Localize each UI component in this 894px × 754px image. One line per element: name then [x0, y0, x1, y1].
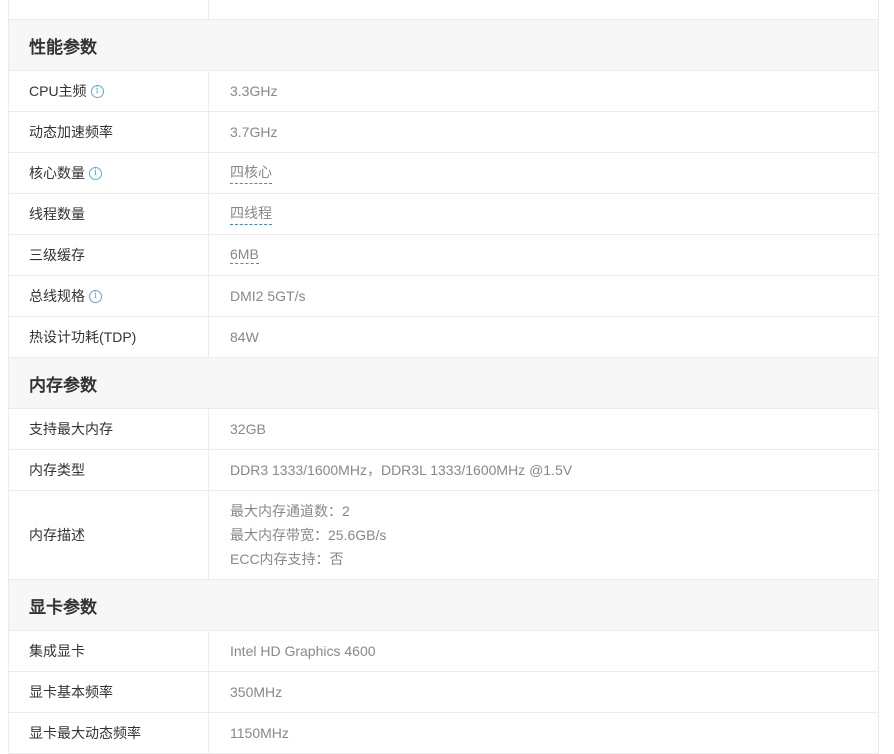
spec-value: DMI2 5GT/s: [230, 288, 306, 304]
spec-value-cell: 3.7GHz: [209, 112, 878, 152]
spec-key: 内存描述: [29, 527, 85, 543]
table-row: 线程数量 四线程: [9, 194, 878, 235]
spec-key-cell: 核心数量 i: [9, 153, 209, 193]
spec-value-line: 最大内存带宽：25.6GB/s: [230, 527, 387, 543]
table-row: 动态加速频率 3.7GHz: [9, 112, 878, 153]
spec-key: 三级缓存: [29, 247, 85, 263]
spec-value-link[interactable]: 四核心: [230, 162, 272, 184]
spec-value-cell: 350MHz: [209, 672, 878, 712]
spec-key: 总线规格: [29, 288, 85, 304]
spec-value-link[interactable]: 四线程: [230, 203, 272, 225]
spec-key: 显卡最大动态频率: [29, 725, 141, 741]
spec-value: 3.3GHz: [230, 83, 278, 99]
spec-value: 3.7GHz: [230, 124, 278, 140]
table-row: 显卡基本频率 350MHz: [9, 672, 878, 713]
spec-table: 性能参数 CPU主频 i 3.3GHz 动态加速频率 3.7GHz 核心数量 i…: [8, 0, 879, 754]
section-header-performance: 性能参数: [9, 20, 878, 71]
spec-key: 核心数量: [29, 165, 85, 181]
spec-key-cell: [9, 0, 209, 19]
spec-key-cell: 集成显卡: [9, 631, 209, 671]
table-row: 支持最大内存 32GB: [9, 409, 878, 450]
table-row: 集成显卡 Intel HD Graphics 4600: [9, 631, 878, 672]
spec-key-cell: 显卡基本频率: [9, 672, 209, 712]
spec-value-link[interactable]: 6MB: [230, 246, 259, 264]
spec-value-cell: DMI2 5GT/s: [209, 276, 878, 316]
spec-key-cell: 热设计功耗(TDP): [9, 317, 209, 357]
spec-key-cell: 内存类型: [9, 450, 209, 490]
spec-value-cell: 3.3GHz: [209, 71, 878, 111]
spec-key: 热设计功耗(TDP): [29, 329, 137, 345]
spec-key-cell: 线程数量: [9, 194, 209, 234]
spec-value-cell: Intel HD Graphics 4600: [209, 631, 878, 671]
table-row: [9, 0, 878, 20]
spec-value-cell: 四线程: [209, 194, 878, 234]
spec-key: 显卡基本频率: [29, 684, 113, 700]
spec-value: 350MHz: [230, 684, 283, 700]
spec-key: 内存类型: [29, 462, 85, 478]
spec-value-cell: 6MB: [209, 235, 878, 275]
spec-key-cell: 显卡最大动态频率: [9, 713, 209, 753]
spec-value: Intel HD Graphics 4600: [230, 643, 376, 659]
section-header-graphics: 显卡参数: [9, 580, 878, 631]
table-row: 核心数量 i 四核心: [9, 153, 878, 194]
table-row: 内存类型 DDR3 1333/1600MHz，DDR3L 1333/1600MH…: [9, 450, 878, 491]
table-row: 热设计功耗(TDP) 84W: [9, 317, 878, 358]
spec-value-cell: 32GB: [209, 409, 878, 449]
spec-value: 1150MHz: [230, 725, 289, 741]
spec-value-cell: 最大内存通道数：2 最大内存带宽：25.6GB/s ECC内存支持：否: [209, 491, 878, 579]
spec-key: CPU主频: [29, 83, 87, 99]
table-row: CPU主频 i 3.3GHz: [9, 71, 878, 112]
spec-key-cell: 动态加速频率: [9, 112, 209, 152]
spec-key: 动态加速频率: [29, 124, 113, 140]
section-header-memory: 内存参数: [9, 358, 878, 409]
spec-key-cell: 内存描述: [9, 491, 209, 579]
spec-value-cell: DDR3 1333/1600MHz，DDR3L 1333/1600MHz @1.…: [209, 450, 878, 490]
spec-key: 集成显卡: [29, 643, 85, 659]
spec-value-line: ECC内存支持：否: [230, 551, 344, 567]
spec-key-cell: 三级缓存: [9, 235, 209, 275]
spec-value-cell: 84W: [209, 317, 878, 357]
spec-key: 线程数量: [29, 206, 85, 222]
spec-value-cell: 四核心: [209, 153, 878, 193]
spec-value: DDR3 1333/1600MHz，DDR3L 1333/1600MHz @1.…: [230, 462, 573, 478]
info-icon[interactable]: i: [89, 166, 102, 180]
spec-key-cell: CPU主频 i: [9, 71, 209, 111]
table-row: 内存描述 最大内存通道数：2 最大内存带宽：25.6GB/s ECC内存支持：否: [9, 491, 878, 580]
spec-value-line: 最大内存通道数：2: [230, 503, 350, 519]
spec-value: 32GB: [230, 421, 266, 437]
spec-key: 支持最大内存: [29, 421, 113, 437]
table-row: 总线规格 i DMI2 5GT/s: [9, 276, 878, 317]
spec-value: 84W: [230, 329, 259, 345]
table-row: 显卡最大动态频率 1150MHz: [9, 713, 878, 754]
spec-value-cell: [209, 0, 878, 19]
info-icon[interactable]: i: [89, 289, 102, 303]
spec-value-cell: 1150MHz: [209, 713, 878, 753]
spec-key-cell: 总线规格 i: [9, 276, 209, 316]
spec-key-cell: 支持最大内存: [9, 409, 209, 449]
table-row: 三级缓存 6MB: [9, 235, 878, 276]
info-icon[interactable]: i: [90, 84, 104, 98]
